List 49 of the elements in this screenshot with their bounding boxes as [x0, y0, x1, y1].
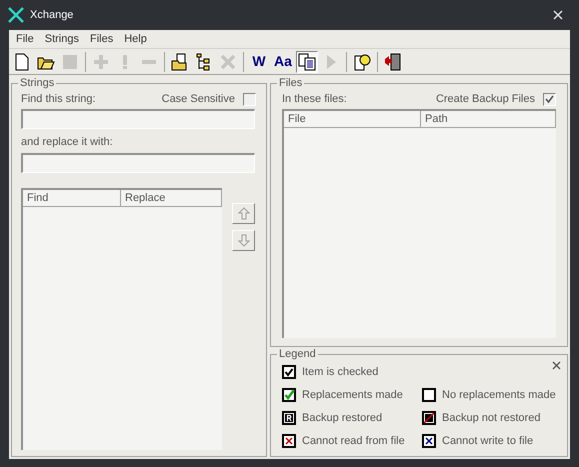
menu-item[interactable]: Strings [40, 30, 83, 48]
menu-item[interactable]: File [12, 30, 38, 48]
remove-icon [142, 60, 156, 64]
checked-icon [282, 365, 296, 379]
legend-label: No replacements made [442, 388, 556, 402]
help-icon [353, 52, 371, 70]
field-label: In these files: [282, 92, 347, 107]
legend-label: Replacements made [302, 388, 403, 402]
folder-doc-icon [171, 52, 189, 70]
replaced-icon [282, 388, 296, 402]
x-logo-icon [8, 7, 24, 23]
new-icon [13, 52, 31, 70]
checkbox[interactable] [543, 92, 556, 106]
files-list[interactable]: File Path [282, 109, 556, 338]
delete-icon [219, 52, 237, 70]
legend-label: Backup not restored [442, 411, 540, 425]
checkbox-label: Create Backup Files [436, 92, 535, 107]
legend-label: Item is checked [302, 365, 378, 379]
column-header[interactable]: File [284, 111, 421, 128]
field-label: Find this string: [21, 92, 96, 107]
arrow-up-icon [238, 206, 250, 220]
move-up-button[interactable] [232, 202, 255, 224]
field-label: and replace it with: [21, 135, 114, 150]
legend-label: Backup restored [302, 411, 382, 425]
arrow-down-icon [238, 234, 250, 246]
menu-item[interactable]: Files [86, 30, 118, 48]
window-title: Xchange [30, 8, 74, 23]
checkbox[interactable] [243, 92, 256, 106]
column-header[interactable]: Path [421, 111, 556, 128]
strings-list[interactable]: Find Replace [21, 188, 222, 450]
move-down-button[interactable] [232, 230, 255, 250]
close-icon[interactable] [552, 361, 561, 370]
column-header[interactable]: Find [23, 190, 121, 206]
legend-label: Cannot write to file [442, 434, 534, 448]
menu-item[interactable]: Help [120, 30, 151, 48]
save-icon [61, 52, 79, 70]
find-field[interactable] [21, 109, 255, 129]
group-title: Strings [18, 76, 56, 90]
group-title: Legend [277, 347, 318, 361]
toolbar-button[interactable] [296, 50, 318, 72]
add-icon [92, 52, 110, 70]
legend-label: Cannot read from file [302, 434, 405, 448]
replace-field[interactable] [21, 152, 255, 172]
toolbar-button[interactable]: W [248, 50, 270, 72]
column-header[interactable]: Replace [121, 190, 222, 206]
toolbar-button[interactable]: Aa [272, 50, 294, 72]
copy-icon [298, 52, 316, 70]
checkbox-label: Case Sensitive [162, 92, 235, 107]
exit-icon [384, 52, 402, 70]
